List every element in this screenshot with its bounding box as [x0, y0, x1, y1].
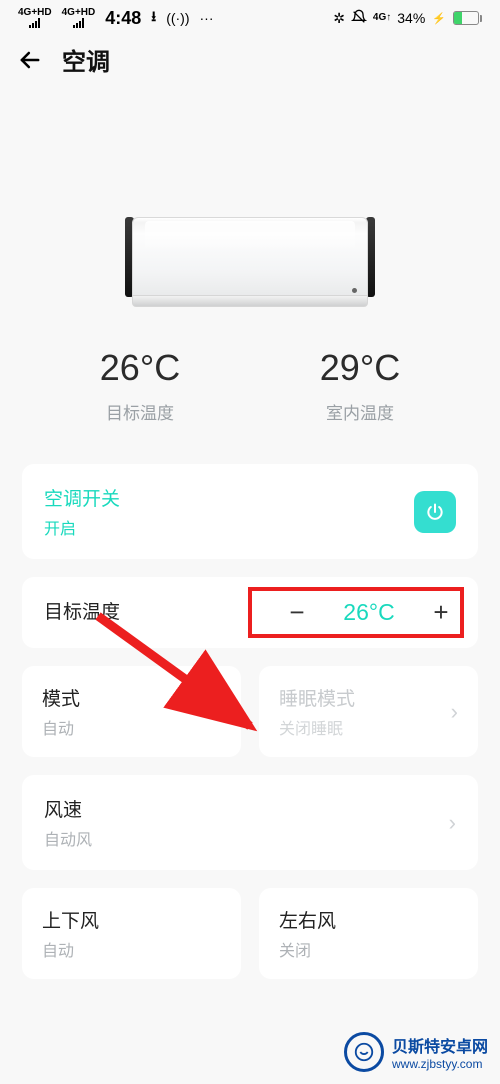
- more-icon: ···: [200, 10, 214, 26]
- temp-stepper: − 26°C +: [282, 597, 456, 628]
- fan-title: 风速: [44, 795, 92, 822]
- sleep-title: 睡眠模式: [279, 684, 355, 711]
- chevron-right-icon: ›: [214, 701, 221, 723]
- vswing-sub: 自动: [42, 937, 99, 961]
- fan-speed-card[interactable]: 风速 自动风 ›: [22, 775, 478, 870]
- watermark-name: 贝斯特安卓网: [392, 1033, 488, 1057]
- room-temp-block: 29°C 室内温度: [320, 347, 400, 424]
- target-temp-card: 目标温度 − 26°C +: [22, 577, 478, 648]
- target-temp-block: 26°C 目标温度: [100, 347, 180, 424]
- mode-sub: 自动: [42, 715, 80, 739]
- nav-bar: 空调: [0, 36, 500, 87]
- temp-plus-button[interactable]: +: [426, 597, 456, 628]
- hswing-title: 左右风: [279, 906, 336, 933]
- status-left: 4G+HD 4G+HD 4:48 ⭳ ((·)) ···: [18, 6, 214, 30]
- temperature-readout: 26°C 目标温度 29°C 室内温度: [30, 347, 470, 424]
- status-bar: 4G+HD 4G+HD 4:48 ⭳ ((·)) ··· ✲ 4G↑ 34% ⚡: [0, 0, 500, 36]
- sleep-sub: 关闭睡眠: [279, 715, 355, 739]
- watermark: 贝斯特安卓网 www.zjbstyy.com: [344, 1032, 488, 1072]
- chevron-right-icon: ›: [451, 701, 458, 723]
- watermark-logo-icon: [344, 1032, 384, 1072]
- temp-minus-button[interactable]: −: [282, 597, 312, 628]
- hswing-sub: 关闭: [279, 937, 336, 961]
- vertical-swing-card[interactable]: 上下风 自动: [22, 888, 241, 979]
- power-card[interactable]: 空调开关 开启: [22, 464, 478, 559]
- room-temp-label: 室内温度: [320, 399, 400, 424]
- vswing-title: 上下风: [42, 906, 99, 933]
- sleep-card[interactable]: 睡眠模式 关闭睡眠 ›: [259, 666, 478, 757]
- page-title: 空调: [62, 42, 110, 77]
- dnd-icon: [351, 9, 367, 28]
- target-temp-card-label: 目标温度: [44, 597, 120, 624]
- signal-2: 4G+HD: [62, 8, 96, 28]
- mode-card[interactable]: 模式 自动 ›: [22, 666, 241, 757]
- target-temp-value: 26°C: [100, 347, 180, 389]
- device-image: [0, 217, 500, 307]
- chevron-right-icon: ›: [449, 812, 456, 834]
- temp-stepper-value: 26°C: [336, 599, 402, 626]
- horizontal-swing-card[interactable]: 左右风 关闭: [259, 888, 478, 979]
- fan-sub: 自动风: [44, 826, 92, 850]
- power-button[interactable]: [414, 491, 456, 533]
- battery-icon: [453, 11, 482, 25]
- download-icon: ⭳: [151, 6, 156, 30]
- bluetooth-icon: ✲: [333, 10, 345, 27]
- signal-1: 4G+HD: [18, 8, 52, 28]
- watermark-url: www.zjbstyy.com: [392, 1057, 488, 1071]
- clock: 4:48: [105, 8, 141, 29]
- target-temp-label: 目标温度: [100, 399, 180, 424]
- room-temp-value: 29°C: [320, 347, 400, 389]
- mode-title: 模式: [42, 684, 80, 711]
- power-title: 空调开关: [44, 484, 120, 511]
- power-status: 开启: [44, 515, 120, 539]
- status-right: ✲ 4G↑ 34% ⚡: [333, 9, 482, 28]
- charging-icon: ⚡: [432, 12, 446, 25]
- mode-sleep-row: 模式 自动 › 睡眠模式 关闭睡眠 ›: [22, 666, 478, 757]
- hotspot-icon: ((·)): [166, 10, 189, 26]
- battery-text: 34%: [397, 10, 425, 26]
- data-icon: 4G↑: [373, 13, 391, 23]
- swing-row: 上下风 自动 左右风 关闭: [22, 888, 478, 979]
- back-button[interactable]: [16, 46, 44, 74]
